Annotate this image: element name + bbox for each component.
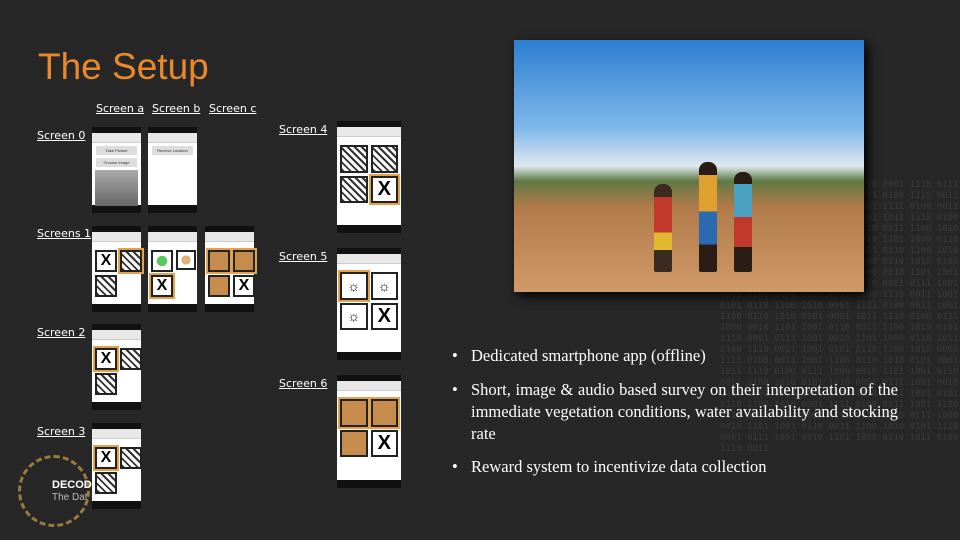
logo-subtext: The Dat (52, 492, 88, 503)
label-screen-a: Screen a (96, 102, 145, 115)
phone-screen-5: ☼ ☼ ☼ X (337, 248, 401, 360)
label-screen-5: Screen 5 (279, 250, 328, 263)
decode-logo-icon (18, 455, 90, 527)
none-option[interactable]: X (233, 275, 255, 297)
receive-location-button[interactable]: Receive Location (152, 146, 193, 155)
label-screen-0: Screen 0 (37, 129, 86, 142)
goat-option[interactable] (368, 397, 400, 429)
phone-screen-2: X (92, 324, 142, 410)
page-title: The Setup (38, 46, 209, 87)
sun-option-1[interactable]: ☼ (338, 270, 370, 302)
phone-screen-1c: X (205, 226, 257, 312)
few-trees-option[interactable] (120, 348, 142, 370)
sun-option-3[interactable]: ☼ (340, 302, 368, 330)
none-option[interactable]: X (95, 250, 117, 272)
none-option[interactable]: X (368, 173, 400, 205)
none-option[interactable]: X (93, 445, 119, 471)
phone-screen-3: X (92, 423, 142, 509)
choose-image-button[interactable]: Choose Image (96, 158, 137, 167)
label-screen-2: Screen 2 (37, 326, 86, 339)
label-screen-6: Screen 6 (279, 377, 328, 390)
label-screen-3: Screen 3 (37, 425, 86, 438)
some-images-option[interactable] (370, 145, 398, 173)
take-picture-button[interactable]: Take Picture (96, 146, 137, 155)
few-plants-option[interactable] (120, 447, 142, 469)
green-leaf-option[interactable] (151, 250, 173, 272)
phone-screen-0a: Take Picture Choose Image (92, 127, 141, 213)
field-photo (514, 40, 864, 292)
dry-leaf-option[interactable] (176, 250, 196, 270)
label-screen-b: Screen b (152, 102, 201, 115)
one-image-option[interactable] (340, 175, 368, 203)
dense-trees-option[interactable] (95, 275, 117, 297)
label-screens-1: Screens 1 (37, 227, 92, 240)
sun-option-2[interactable]: ☼ (370, 272, 398, 300)
logo-text: DECOD (52, 479, 92, 491)
none-option[interactable]: X (93, 346, 119, 372)
photo-preview (95, 170, 138, 206)
camel-option[interactable] (338, 397, 370, 429)
camel-option[interactable] (206, 248, 232, 274)
many-plants-option[interactable] (95, 472, 117, 494)
phone-screen-4: X (337, 121, 401, 233)
label-screen-4: Screen 4 (279, 123, 328, 136)
phone-screen-1b: X (148, 226, 197, 312)
many-trees-option[interactable] (95, 373, 117, 395)
label-screen-c: Screen c (209, 102, 257, 115)
phone-screen-1a: X (92, 226, 144, 312)
tree-option[interactable] (118, 248, 144, 274)
slide: 0110 1001 0011 1100 0101 1010 0001 1110 … (0, 0, 960, 540)
many-images-option[interactable] (340, 145, 368, 173)
cow-option[interactable] (208, 275, 230, 297)
phone-screen-6: X (337, 375, 401, 488)
cow-option[interactable] (340, 429, 368, 457)
goat-option[interactable] (231, 248, 257, 274)
phone-screen-0b: Receive Location (148, 127, 197, 213)
none-option[interactable]: X (370, 302, 398, 330)
none-option[interactable]: X (370, 429, 398, 457)
none-option[interactable]: X (149, 273, 175, 299)
